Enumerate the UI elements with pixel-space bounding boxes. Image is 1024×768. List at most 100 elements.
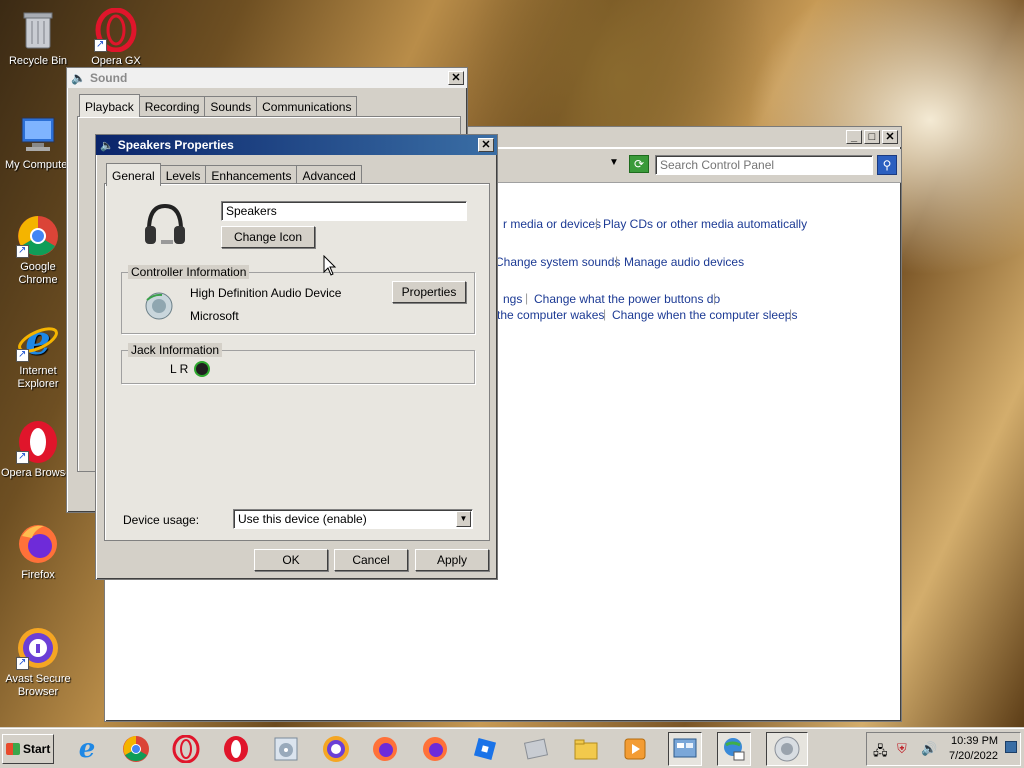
link-play-cds[interactable]: Play CDs or other media automatically — [603, 217, 807, 231]
tab-playback[interactable]: Playback — [79, 94, 140, 117]
control-panel-icon — [673, 738, 697, 758]
chrome-icon — [16, 214, 60, 258]
maximize-button[interactable]: □ — [864, 130, 880, 144]
desktop-icon-opera-gx[interactable]: Opera GX — [78, 7, 154, 68]
green-jack-icon — [196, 363, 208, 375]
taskbar: Start e 🖧 ⛨ 🔊 10:39 PM 7/20/2022 — [0, 728, 1024, 768]
desktop-icon-recycle-bin[interactable]: Recycle Bin — [0, 8, 76, 68]
svg-text:e: e — [25, 318, 50, 362]
link-computer-sleeps[interactable]: Change when the computer sleeps — [612, 308, 797, 322]
recycle-bin-icon — [16, 8, 60, 52]
search-input[interactable] — [655, 155, 873, 175]
properties-button[interactable]: Properties — [392, 281, 466, 303]
controller-information-group: Controller Information High Definition A… — [121, 265, 475, 334]
controller-name: High Definition Audio Device — [190, 286, 342, 300]
tab-recording[interactable]: Recording — [138, 96, 206, 117]
tab-communications[interactable]: Communications — [256, 96, 358, 117]
start-button[interactable]: Start — [2, 734, 54, 764]
generic-app-icon — [523, 738, 549, 760]
shortcut-arrow-icon — [94, 38, 107, 52]
speaker-icon — [774, 736, 800, 762]
close-button[interactable]: ✕ — [882, 130, 898, 144]
volume-tray-icon[interactable]: 🔊 — [921, 741, 937, 757]
link-media-devices[interactable]: r media or devices — [503, 217, 601, 231]
taskbar-chrome[interactable] — [119, 732, 153, 766]
media-disc-icon — [274, 737, 298, 761]
firefox-icon — [16, 522, 60, 566]
desktop-icon-label: Opera GX — [91, 55, 141, 67]
link-manage-audio-devices[interactable]: Manage audio devices — [624, 255, 744, 269]
avast-browser-icon — [323, 736, 349, 762]
mouse-cursor-icon — [323, 254, 337, 277]
opera-gx-icon — [94, 7, 138, 53]
link-computer-wakes[interactable]: the computer wakes — [497, 308, 604, 322]
desktop-icon-google-chrome[interactable]: Google Chrome — [0, 214, 76, 287]
cancel-button[interactable]: Cancel — [334, 549, 408, 571]
desktop-icon-label: My Computer — [4, 159, 72, 171]
close-button[interactable]: ✕ — [478, 138, 494, 152]
device-name-input[interactable] — [221, 201, 467, 221]
clock-date[interactable]: 7/20/2022 — [949, 750, 998, 762]
taskbar-avast[interactable] — [319, 732, 353, 766]
taskbar-explorer[interactable] — [569, 732, 603, 766]
clock-time[interactable]: 10:39 PM — [951, 735, 998, 747]
close-button[interactable]: ✕ — [448, 71, 464, 85]
headphones-icon — [141, 200, 189, 248]
taskbar-media-player[interactable] — [618, 732, 652, 766]
desktop-icon-label: Avast Secure Browser — [5, 673, 71, 698]
desktop-icon-firefox[interactable]: Firefox — [0, 522, 76, 582]
desktop-icon-opera-browser[interactable]: Opera Browser — [0, 420, 76, 480]
apply-button[interactable]: Apply — [415, 549, 489, 571]
opera-icon — [16, 420, 60, 464]
link-separator: | — [595, 216, 599, 230]
firefox-icon — [423, 737, 447, 761]
link-change-system-sounds[interactable]: Change system sounds — [495, 255, 620, 269]
link-power-settings[interactable]: ngs — [503, 292, 522, 306]
avast-browser-icon — [16, 626, 60, 670]
device-usage-select[interactable]: Use this device (enable) ▼ — [233, 509, 473, 529]
taskbar-sound[interactable] — [766, 732, 808, 766]
desktop-icon-internet-explorer[interactable]: e Internet Explorer — [0, 317, 76, 391]
refresh-icon[interactable]: ⟳ — [629, 155, 649, 173]
controller-vendor: Microsoft — [190, 309, 239, 323]
desktop-icon-my-computer[interactable]: My Computer — [0, 112, 76, 172]
device-usage-label: Device usage: — [123, 513, 200, 527]
taskbar-firefox-2[interactable] — [418, 732, 452, 766]
taskbar-roblox[interactable] — [468, 732, 502, 766]
general-tab-panel: Change Icon Controller Information High … — [104, 183, 490, 541]
taskbar-internet-explorer[interactable]: e — [70, 732, 104, 766]
tab-sounds[interactable]: Sounds — [204, 96, 258, 117]
sound-titlebar[interactable]: 🔈 Sound ✕ — [67, 68, 467, 88]
audio-device-icon — [144, 291, 174, 321]
taskbar-media-app[interactable] — [269, 732, 303, 766]
shortcut-arrow-icon — [16, 244, 29, 258]
tab-general[interactable]: General — [106, 163, 161, 186]
speakers-properties-dialog: 🔈 Speakers Properties ✕ General Levels E… — [95, 134, 498, 580]
speaker-icon: 🔈 — [71, 71, 86, 85]
minimize-button[interactable]: _ — [846, 130, 862, 144]
desktop-icon-label: Recycle Bin — [8, 55, 68, 67]
internet-explorer-icon: e — [78, 734, 96, 764]
taskbar-control-panel[interactable] — [668, 732, 702, 766]
taskbar-opera[interactable] — [219, 732, 253, 766]
link-power-buttons[interactable]: Change what the power buttons do — [534, 292, 720, 306]
search-icon[interactable]: ⚲ — [877, 155, 897, 175]
ok-button[interactable]: OK — [254, 549, 328, 571]
taskbar-opera-gx[interactable] — [169, 732, 203, 766]
network-tray-icon[interactable]: 🖧 — [873, 742, 888, 764]
device-usage-value: Use this device (enable) — [238, 512, 367, 526]
desktop-icon-avast-secure-browser[interactable]: Avast Secure Browser — [0, 626, 76, 699]
my-computer-icon — [16, 112, 60, 156]
change-icon-button[interactable]: Change Icon — [221, 226, 315, 248]
chevron-down-icon[interactable]: ▼ — [456, 511, 471, 527]
shortcut-arrow-icon — [16, 656, 29, 670]
speakers-titlebar[interactable]: 🔈 Speakers Properties ✕ — [96, 135, 497, 155]
taskbar-network[interactable] — [717, 732, 751, 766]
security-tray-icon[interactable]: ⛨ — [897, 741, 907, 757]
address-dropdown-icon[interactable]: ▼ — [609, 157, 619, 168]
taskbar-app-gray[interactable] — [519, 732, 553, 766]
media-player-icon — [624, 738, 646, 760]
show-desktop-icon[interactable] — [1005, 741, 1017, 753]
taskbar-firefox-1[interactable] — [368, 732, 402, 766]
system-tray: 🖧 ⛨ 🔊 10:39 PM 7/20/2022 — [866, 732, 1021, 766]
